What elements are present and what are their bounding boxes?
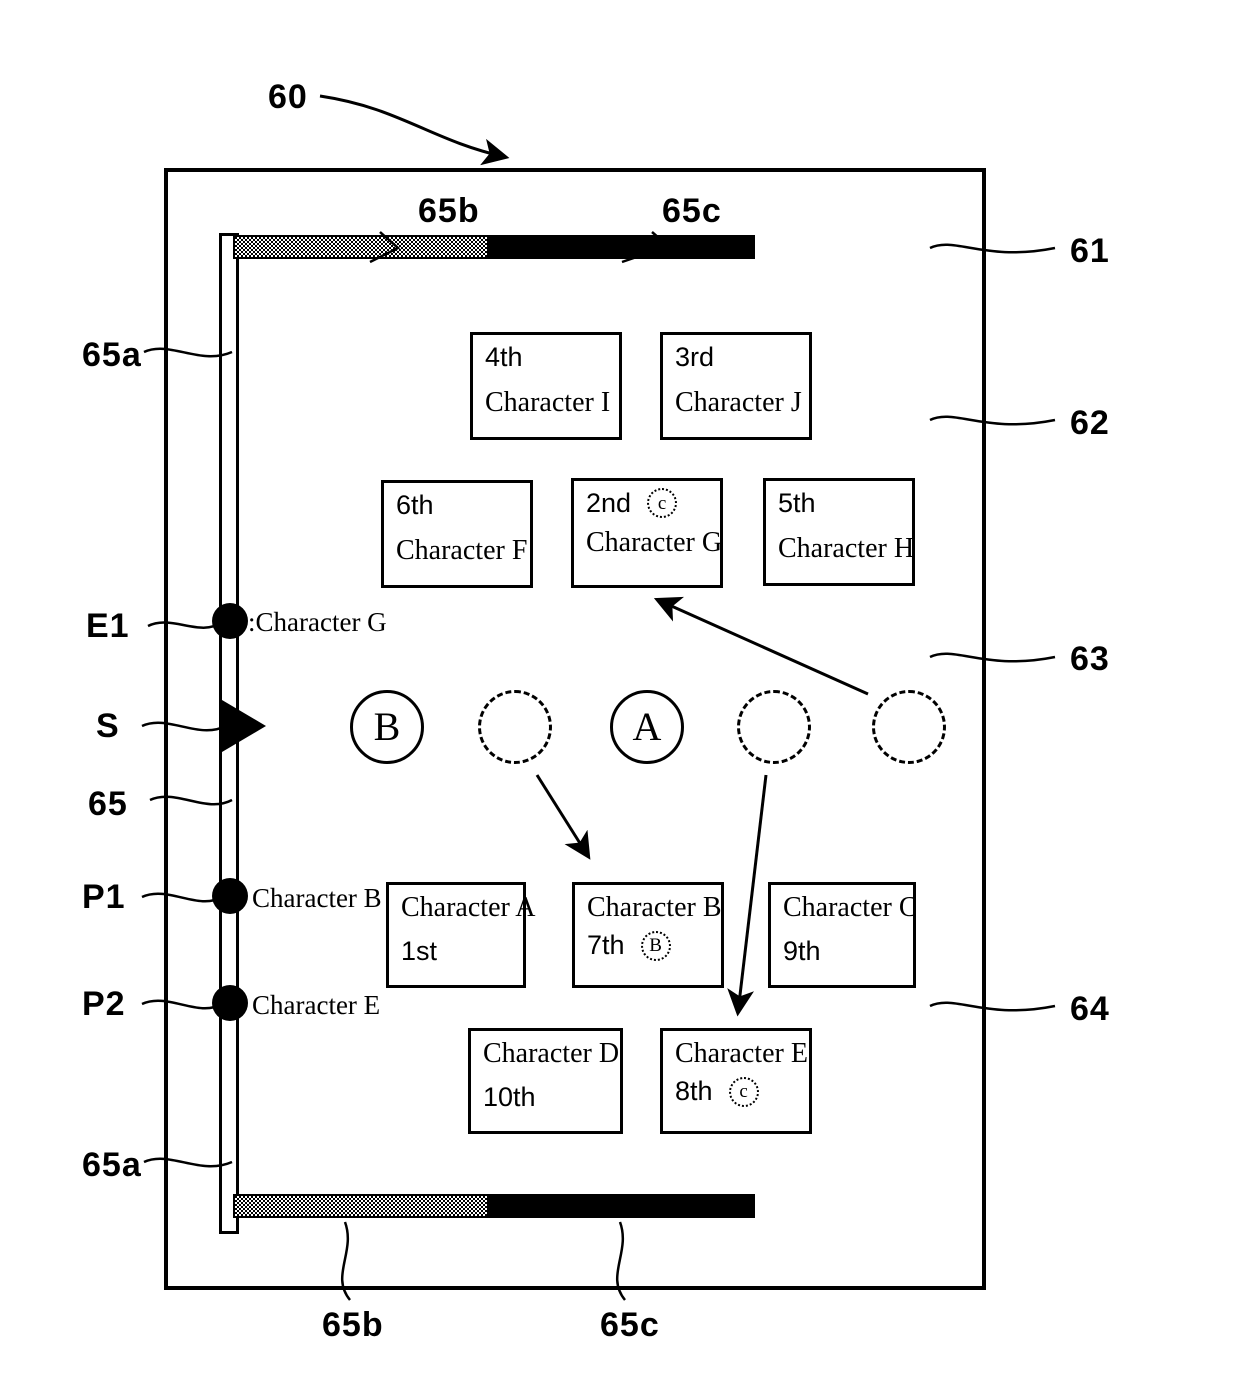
progress-bar-top-filled[interactable] xyxy=(489,235,755,259)
ref-65a-upper: 65a xyxy=(82,336,142,374)
character-box-lower[interactable]: Character C 9th xyxy=(768,882,918,988)
ref-65a-lower: 65a xyxy=(82,1146,142,1184)
box-name: Character A xyxy=(401,892,536,923)
progress-bar-top-hatched[interactable] xyxy=(233,235,489,259)
progress-bar-bottom-filled[interactable] xyxy=(489,1194,755,1218)
character-box-upper[interactable]: 5th Character H xyxy=(763,478,915,586)
patent-figure: 60 61 62 63 64 65b 65c 65b 65c 65a 65a 6… xyxy=(0,0,1240,1399)
rail-text-e1: :Character G xyxy=(248,607,387,637)
box-rank: 7th xyxy=(587,930,625,961)
rail-dot-p1[interactable] xyxy=(212,878,248,914)
box-rank: 2nd xyxy=(586,488,632,518)
box-rank: 8th xyxy=(675,1076,713,1107)
stage-circle-label: A xyxy=(632,704,662,749)
ref-65b-top: 65b xyxy=(418,192,480,230)
box-rank: 5th xyxy=(778,488,816,518)
leader-60 xyxy=(319,94,510,166)
character-box-lower[interactable]: Character B 7th B xyxy=(572,882,724,988)
ref-65c-bottom: 65c xyxy=(600,1306,660,1344)
badge-circle-icon: B xyxy=(640,930,671,961)
box-name: Character G xyxy=(586,526,723,558)
rail-text-p1: Character B xyxy=(252,883,382,913)
ref-61: 61 xyxy=(1070,232,1110,270)
marker-label-s: S xyxy=(96,707,120,745)
character-box-upper[interactable]: 2nd c Character G xyxy=(571,478,723,588)
stage-circle-a[interactable]: A xyxy=(610,690,684,764)
rail-dot-p2[interactable] xyxy=(212,985,248,1021)
box-name: Character B xyxy=(587,892,722,923)
box-rank: 10th xyxy=(483,1082,536,1113)
character-box-lower[interactable]: Character D 10th xyxy=(468,1028,623,1134)
stage-circle-b[interactable]: B xyxy=(350,690,424,764)
badge-circle-icon: c xyxy=(728,1076,759,1107)
stage-circle-empty[interactable] xyxy=(478,690,552,764)
ref-65b-bottom: 65b xyxy=(322,1306,384,1344)
character-box-upper[interactable]: 6th Character F xyxy=(381,480,533,588)
ref-60: 60 xyxy=(268,78,308,116)
box-rank: 4th xyxy=(485,342,523,372)
progress-bar-bottom-hatched[interactable] xyxy=(233,1194,489,1218)
marker-label-p2: P2 xyxy=(82,985,126,1023)
character-box-upper[interactable]: 3rd Character J xyxy=(660,332,812,440)
ref-65c-top: 65c xyxy=(662,192,722,230)
box-name: Character J xyxy=(675,386,802,418)
box-name: Character F xyxy=(396,534,528,566)
stage-circle-empty[interactable] xyxy=(872,690,946,764)
rail-dot-e1[interactable] xyxy=(212,603,248,639)
box-name: Character I xyxy=(485,386,611,418)
ref-64: 64 xyxy=(1070,990,1110,1028)
character-box-lower[interactable]: Character A 1st xyxy=(386,882,536,988)
box-rank: 1st xyxy=(401,936,438,967)
stage-circle-empty[interactable] xyxy=(737,690,811,764)
box-rank: 9th xyxy=(783,936,821,967)
ref-63: 63 xyxy=(1070,640,1110,678)
rail-text-p2: Character E xyxy=(252,990,381,1020)
box-name: Character H xyxy=(778,532,915,564)
box-rank: 6th xyxy=(396,490,434,520)
ref-65-mid: 65 xyxy=(88,785,128,823)
badge-circle-icon: c xyxy=(647,488,678,519)
marker-label-p1: P1 xyxy=(82,878,126,916)
box-name: Character E xyxy=(675,1038,808,1069)
rail-playhead-triangle[interactable] xyxy=(222,700,266,752)
stage-circle-label: B xyxy=(373,704,401,749)
character-box-upper[interactable]: 4th Character I xyxy=(470,332,622,440)
ref-62: 62 xyxy=(1070,404,1110,442)
character-box-lower[interactable]: Character E 8th c xyxy=(660,1028,812,1134)
box-name: Character D xyxy=(483,1038,620,1069)
box-name: Character C xyxy=(783,892,918,923)
box-rank: 3rd xyxy=(675,342,715,372)
marker-label-e1: E1 xyxy=(86,607,130,645)
